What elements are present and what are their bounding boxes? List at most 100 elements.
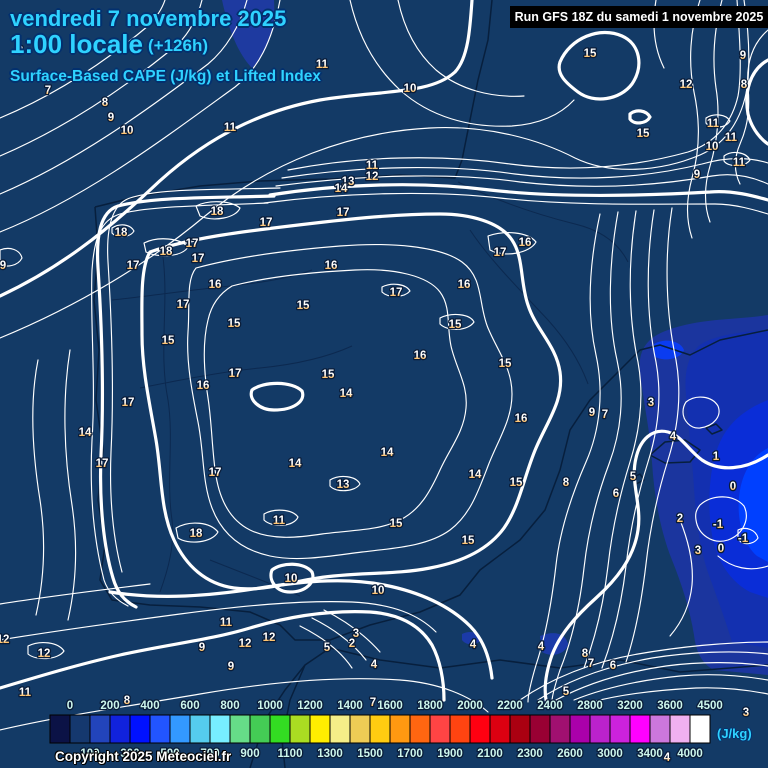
scale-value: 1800 — [417, 700, 443, 712]
lifted-index-value: 7 — [602, 409, 608, 421]
lifted-index-value: 10 — [706, 141, 719, 153]
scale-cell — [89, 714, 111, 744]
lifted-index-value: 15 — [462, 535, 475, 547]
scale-cell — [49, 714, 71, 744]
lifted-index-value: 18 — [190, 528, 203, 540]
scale-cell — [569, 714, 591, 744]
weather-map-page: 8 7 8 9 10 11 11 11 12 13 14 18 17 17 18 17 18 17 17 9 16 16 1… — [0, 0, 768, 768]
scale-value: 800 — [220, 700, 239, 712]
scale-cell — [369, 714, 391, 744]
lifted-index-value: 15 — [162, 335, 175, 347]
lifted-index-value: 14 — [289, 458, 302, 470]
lifted-index-value: 8 — [563, 477, 570, 489]
scale-value: 400 — [140, 700, 159, 712]
lifted-index-value: 9 — [740, 50, 746, 62]
valid-time: 1:00 locale — [10, 29, 143, 59]
lifted-index-value: 18 — [115, 227, 128, 239]
copyright-text: Copyright 2025 Meteociel.fr — [55, 749, 232, 764]
scale-cell — [309, 714, 331, 744]
lifted-index-value: 8 — [741, 79, 748, 91]
lifted-index-value: 9 — [589, 407, 595, 419]
scale-cell — [269, 714, 291, 744]
lifted-index-value: 14 — [381, 447, 394, 459]
lifted-index-value: 6 — [610, 660, 616, 672]
lifted-index-value: 14 — [340, 388, 353, 400]
lifted-index-value: 10 — [404, 83, 417, 95]
lifted-index-value: 17 — [209, 467, 222, 479]
lifted-index-value: 17 — [96, 458, 109, 470]
lifted-index-value: 11 — [707, 118, 720, 130]
lifted-index-value: 9 — [694, 169, 700, 181]
lifted-index-value: 17 — [122, 397, 135, 409]
lifted-index-value: 11 — [273, 515, 286, 527]
scale-value: 1500 — [357, 748, 383, 760]
lifted-index-value: 17 — [186, 238, 199, 250]
lifted-index-value: 4 — [670, 431, 677, 443]
scale-cell — [289, 714, 311, 744]
lifted-index-value: 17 — [192, 253, 205, 265]
scale-value: 3200 — [617, 700, 643, 712]
lifted-index-value: 18 — [211, 206, 224, 218]
scale-value: 2000 — [457, 700, 483, 712]
lifted-index-value: 3 — [743, 707, 749, 719]
scale-cell — [489, 714, 511, 744]
lifted-index-value: 15 — [499, 358, 512, 370]
scale-value: 3000 — [597, 748, 623, 760]
lifted-index-value: 12 — [366, 171, 379, 183]
lifted-index-value: 15 — [322, 369, 335, 381]
lifted-index-value: 3 — [353, 628, 359, 640]
lifted-index-value: 15 — [297, 300, 310, 312]
scale-value: 3600 — [657, 700, 683, 712]
lifted-index-value: 14 — [335, 183, 348, 195]
scale-cell — [529, 714, 551, 744]
scale-cell — [629, 714, 651, 744]
scale-cell — [229, 714, 251, 744]
scale-cell — [549, 714, 571, 744]
lifted-index-value: 16 — [515, 413, 528, 425]
scale-cell — [449, 714, 471, 744]
lifted-index-value: 7 — [588, 658, 594, 670]
lifted-index-value: 9 — [199, 642, 205, 654]
scale-cell — [669, 714, 691, 744]
lifted-index-value: 4 — [371, 659, 378, 671]
lifted-index-value: 10 — [121, 125, 134, 137]
lifted-index-value: 16 — [414, 350, 427, 362]
scale-value: 2800 — [577, 700, 603, 712]
lifted-index-value: -1 — [713, 519, 724, 531]
lifted-index-value: 18 — [160, 246, 173, 258]
lifted-index-value: 4 — [664, 752, 671, 764]
lifted-index-value: 11 — [19, 687, 32, 699]
scale-cell — [249, 714, 271, 744]
lifted-index-value: 10 — [372, 585, 385, 597]
scale-cell — [589, 714, 611, 744]
lifted-index-value: 8 — [124, 695, 131, 707]
scale-value: 2100 — [477, 748, 503, 760]
scale-cell — [109, 714, 131, 744]
lifted-index-value: 0 — [730, 481, 736, 493]
lifted-index-value: 17 — [229, 368, 242, 380]
lifted-index-value: 15 — [390, 518, 403, 530]
scale-cell — [609, 714, 631, 744]
lifted-index-value: 11 — [224, 122, 237, 134]
lifted-index-value: 5 — [563, 686, 570, 698]
lifted-index-value: 14 — [469, 469, 482, 481]
lifted-index-value: 17 — [390, 287, 403, 299]
scale-value: 1000 — [257, 700, 283, 712]
lifted-index-value: 16 — [519, 237, 532, 249]
scale-cell — [509, 714, 531, 744]
cape-lifted-index-map: 8 7 8 9 10 11 11 11 12 13 14 18 17 17 18 17 18 17 17 9 16 16 1… — [0, 0, 768, 768]
lifted-index-value: 13 — [337, 479, 350, 491]
scale-cell — [209, 714, 231, 744]
lifted-index-value: 6 — [613, 488, 619, 500]
scale-cell — [469, 714, 491, 744]
lifted-index-value: 12 — [38, 648, 51, 660]
scale-cell — [409, 714, 431, 744]
lifted-index-value: 16 — [197, 380, 210, 392]
lifted-index-value: 5 — [630, 471, 637, 483]
scale-value: 200 — [100, 700, 119, 712]
scale-cell — [169, 714, 191, 744]
lifted-index-value: 4 — [470, 639, 477, 651]
scale-value: 1600 — [377, 700, 403, 712]
scale-color-cells — [49, 714, 711, 744]
lifted-index-value: 15 — [228, 318, 241, 330]
